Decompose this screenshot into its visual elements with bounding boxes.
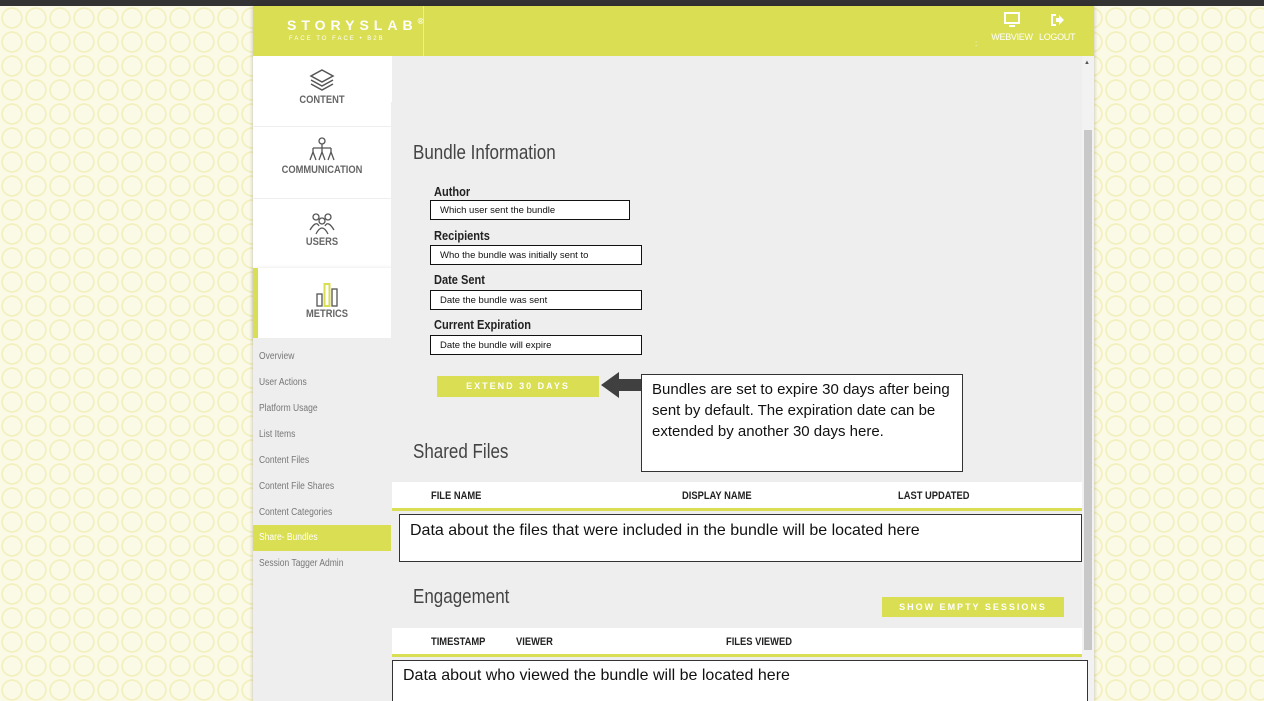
engagement-table-header: TIMESTAMP VIEWER FILES VIEWED <box>392 628 1082 657</box>
author-field: Which user sent the bundle <box>430 200 630 220</box>
sidebar-item-metrics[interactable]: METRICS <box>253 268 396 339</box>
logout-label: LOGOUT <box>1039 32 1076 42</box>
sidebar: CONTENT COMMUNICATION USERS METRICS Over… <box>253 56 396 701</box>
subnav-item-platform-usage[interactable]: Platform Usage <box>259 403 318 414</box>
sidebar-item-communication[interactable]: COMMUNICATION <box>253 126 391 199</box>
show-empty-sessions-button[interactable]: SHOW EMPTY SESSIONS <box>882 597 1064 617</box>
sidebar-item-label: COMMUNICATION <box>281 164 363 176</box>
engagement-note: Data about who viewed the bundle will be… <box>392 660 1088 701</box>
scroll-up-arrow[interactable]: ▲ <box>1084 60 1090 66</box>
metrics-subnav: Overview User Actions Platform Usage Lis… <box>253 338 391 701</box>
recipients-field: Who the bundle was initially sent to <box>430 245 642 265</box>
column-header[interactable]: VIEWER <box>516 636 553 648</box>
sidebar-item-users[interactable]: USERS <box>253 198 391 269</box>
subnav-item-user-actions[interactable]: User Actions <box>259 377 307 388</box>
scrollbar[interactable]: ▲ <box>1082 56 1094 701</box>
subnav-item-content-files[interactable]: Content Files <box>259 455 309 466</box>
logout-icon <box>1051 14 1064 26</box>
recipients-label: Recipients <box>434 228 490 243</box>
header-separator: : <box>975 39 978 48</box>
date-sent-label: Date Sent <box>434 272 485 287</box>
logout-button[interactable]: LOGOUT <box>1039 12 1076 42</box>
column-header[interactable]: FILES VIEWED <box>726 636 792 648</box>
users-icon <box>309 213 335 235</box>
main-top-spacer <box>391 56 1083 102</box>
current-expiration-label: Current Expiration <box>434 317 532 332</box>
app-header: STORYSLAB® FACE TO FACE • B2B : WEBVIEW … <box>253 6 1094 56</box>
bundle-info-title: Bundle Information <box>413 142 556 164</box>
subnav-item-list-items[interactable]: List Items <box>259 429 295 440</box>
extend-callout: Bundles are set to expire 30 days after … <box>641 374 963 472</box>
sidebar-item-label: METRICS <box>305 308 349 320</box>
scrollbar-thumb[interactable] <box>1084 130 1092 650</box>
current-expiration-field: Date the bundle will expire <box>430 335 642 355</box>
extend-30-days-button[interactable]: EXTEND 30 DAYS <box>437 376 599 397</box>
subnav-item-share-bundles[interactable]: Share- Bundles <box>253 525 391 551</box>
bar-chart-icon <box>316 283 338 307</box>
subnav-item-overview[interactable]: Overview <box>259 351 294 362</box>
subnav-item-content-file-shares[interactable]: Content File Shares <box>259 481 334 492</box>
shared-files-note: Data about the files that were included … <box>399 514 1082 562</box>
column-header[interactable]: DISPLAY NAME <box>682 490 752 502</box>
webview-button[interactable]: WEBVIEW <box>991 12 1033 42</box>
org-chart-icon <box>309 137 335 161</box>
author-label: Author <box>434 184 471 199</box>
sidebar-item-content[interactable]: CONTENT <box>253 56 391 127</box>
logo-tagline: FACE TO FACE • B2B <box>289 36 385 42</box>
subnav-item-session-tagger-admin[interactable]: Session Tagger Admin <box>259 558 343 569</box>
date-sent-field: Date the bundle was sent <box>430 290 642 310</box>
logo-text: STORYSLAB <box>287 17 418 33</box>
logo[interactable]: STORYSLAB® FACE TO FACE • B2B <box>253 6 424 56</box>
sidebar-item-label: CONTENT <box>299 94 345 106</box>
column-header[interactable]: FILE NAME <box>431 490 481 502</box>
layers-icon <box>309 69 335 91</box>
column-header[interactable]: TIMESTAMP <box>431 636 485 648</box>
sidebar-item-label: USERS <box>305 236 339 248</box>
webview-label: WEBVIEW <box>991 32 1033 42</box>
column-header[interactable]: LAST UPDATED <box>898 490 970 502</box>
subnav-item-label: Share- Bundles <box>259 532 318 543</box>
logo-mark: ® <box>417 17 424 26</box>
shared-files-title: Shared Files <box>413 441 509 463</box>
shared-files-table-header: FILE NAME DISPLAY NAME LAST UPDATED <box>392 482 1082 511</box>
subnav-item-content-categories[interactable]: Content Categories <box>259 507 332 518</box>
engagement-title: Engagement <box>413 586 510 608</box>
monitor-icon <box>1004 12 1020 27</box>
